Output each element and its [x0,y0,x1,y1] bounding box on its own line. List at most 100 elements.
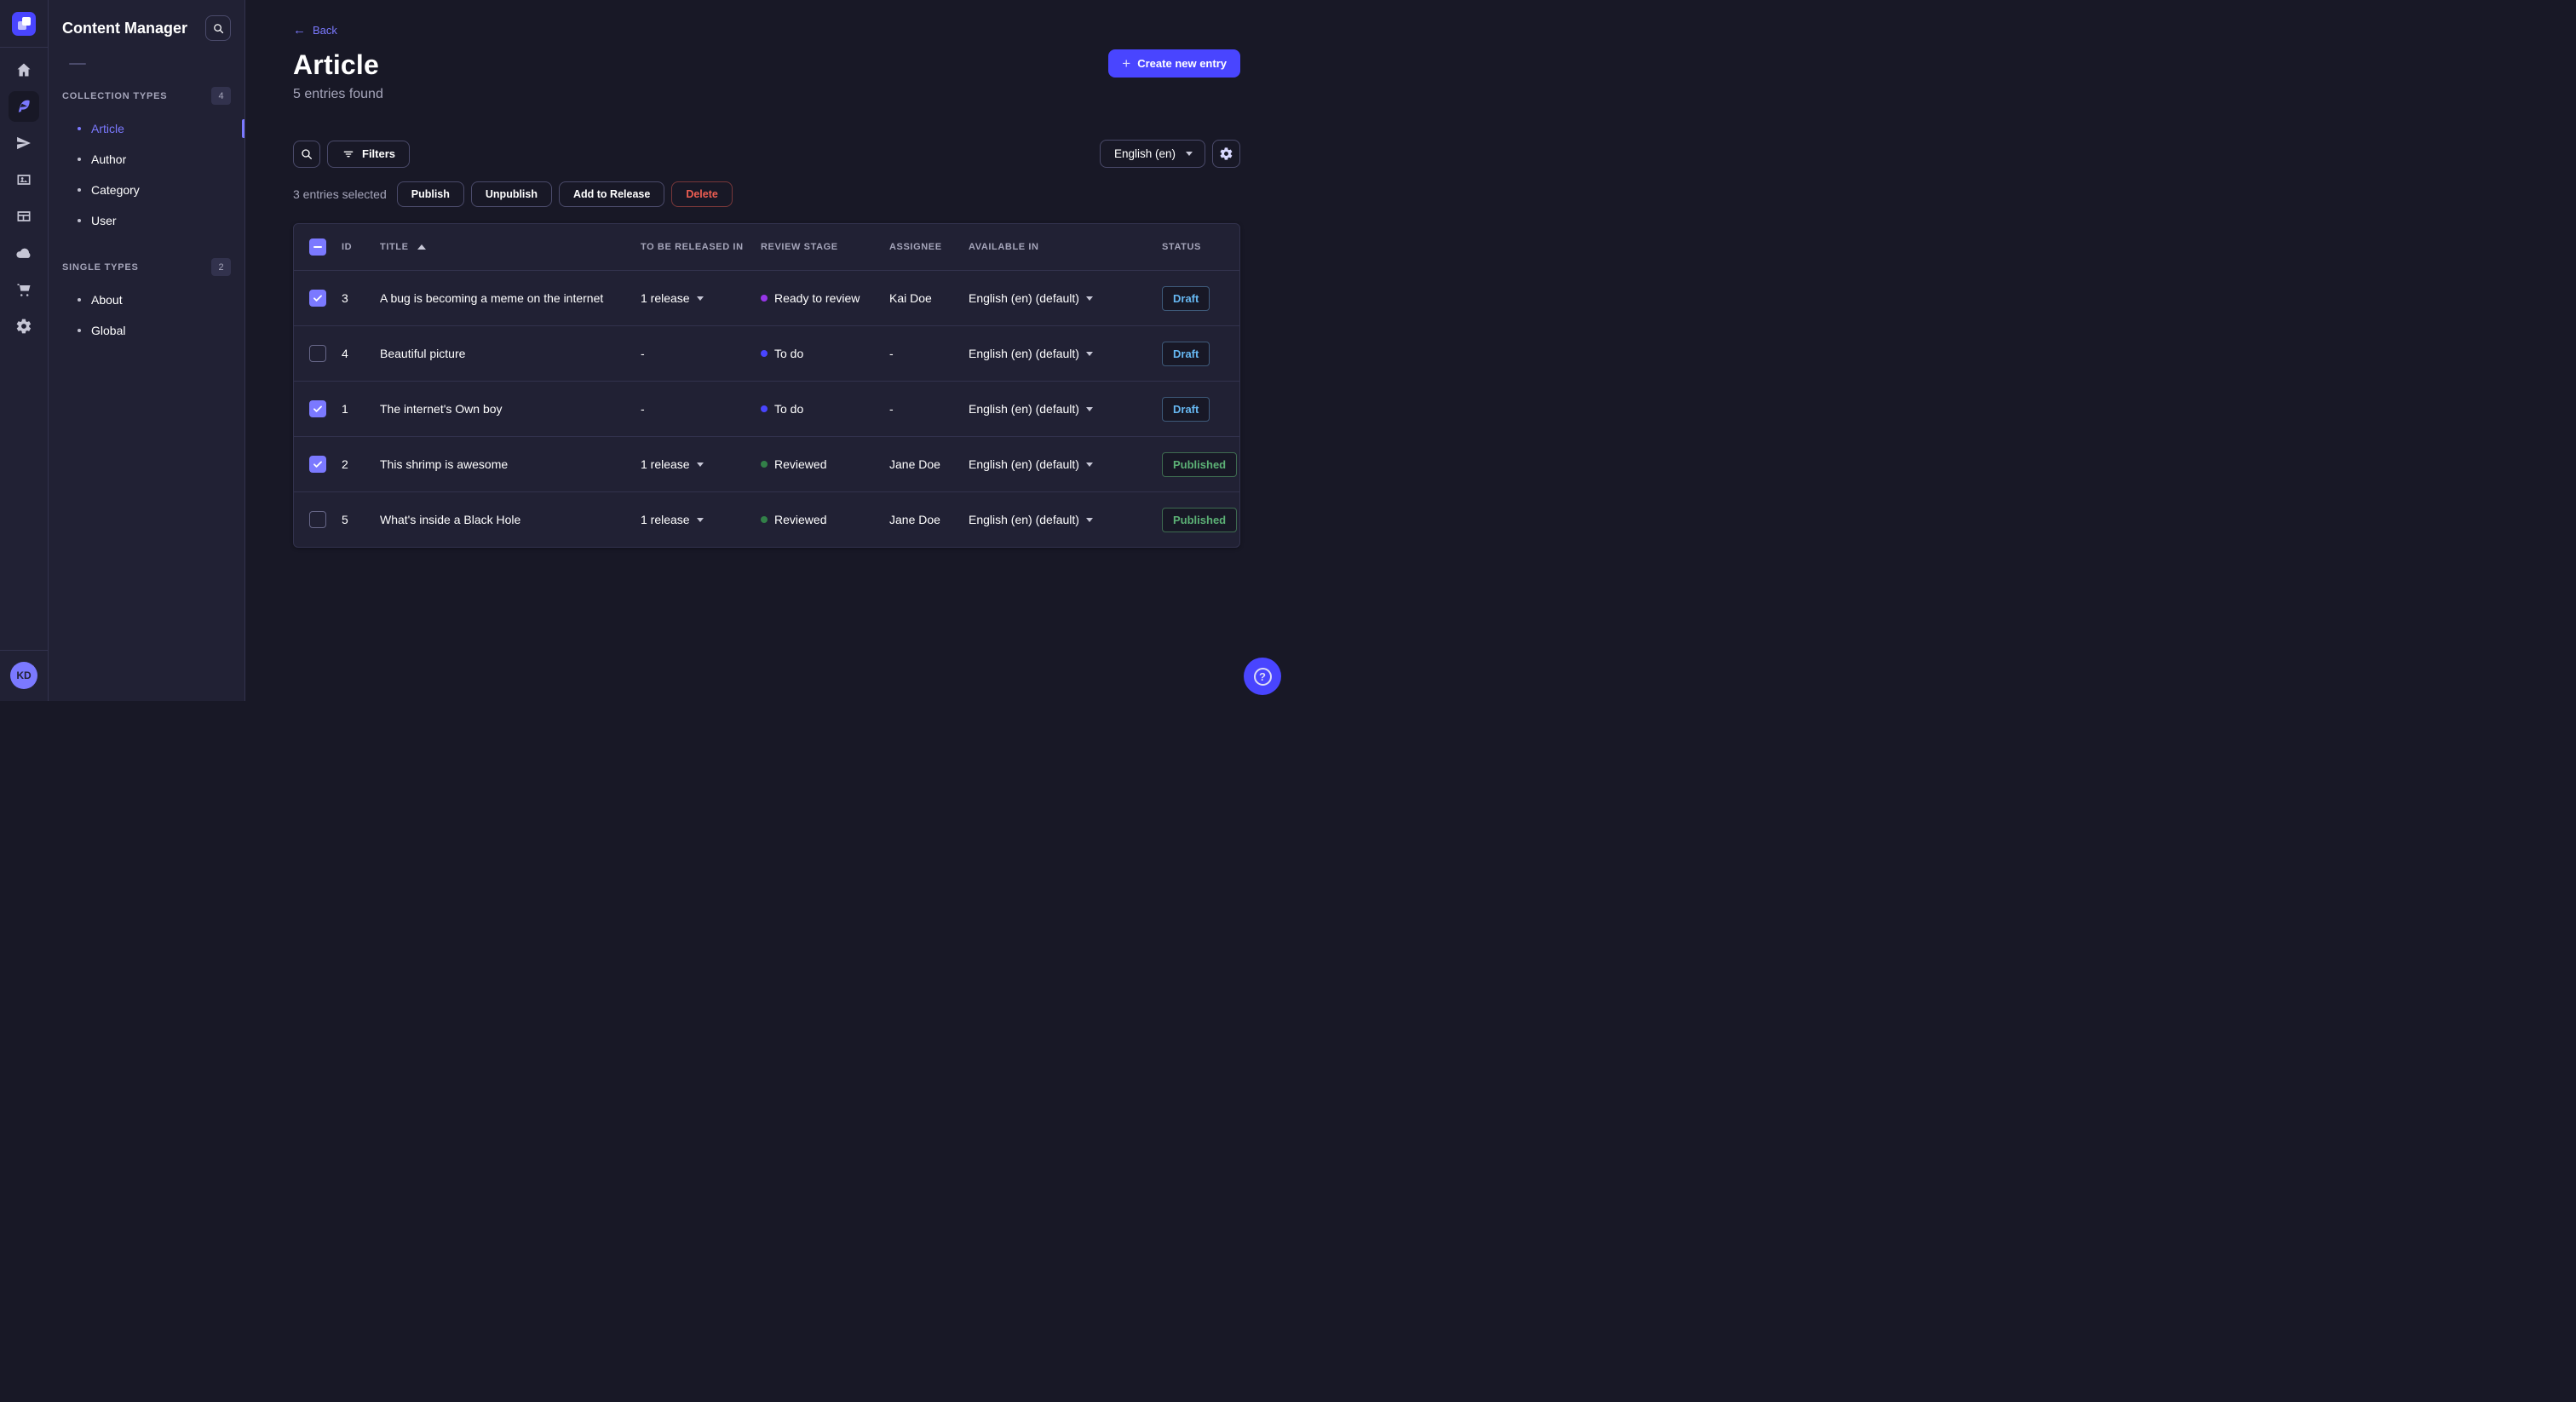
unpublish-button[interactable]: Unpublish [470,181,552,207]
cell-available-in[interactable]: English (en) (default) [969,291,1162,305]
rail-item-releases[interactable] [9,128,39,158]
cell-title: Beautiful picture [380,347,466,360]
chevron-down-icon [1186,152,1193,156]
status-badge: Draft [1162,396,1210,422]
plus-icon: + [1122,55,1131,72]
chevron-down-icon [696,517,704,522]
cell-assignee: - [889,402,894,416]
column-header-release[interactable]: TO BE RELEASED IN [641,242,761,252]
sidebar-section: COLLECTION TYPES 4 Article Author Category… [49,87,244,236]
bullet-icon [78,219,81,222]
add-to-release-button[interactable]: Add to Release [559,181,665,207]
deploy-icon [16,248,31,258]
rail-item-media-library[interactable] [9,164,39,195]
cell-assignee: Jane Doe [889,513,940,526]
cell-to-be-released-in: - [641,347,645,360]
stage-dot-icon [761,516,768,523]
check-icon [313,295,322,302]
row-checkbox[interactable] [309,511,326,528]
rail-item-deploy[interactable] [9,238,39,268]
column-header-id[interactable]: ID [342,242,380,252]
delete-button[interactable]: Delete [671,181,733,207]
rail-item-marketplace[interactable] [9,274,39,305]
table-row[interactable]: 2 This shrimp is awesome 1 release Revie… [294,436,1239,491]
gear-icon [1220,147,1233,160]
table-row[interactable]: 4 Beautiful picture - To do - English (e… [294,325,1239,381]
rail-item-home[interactable] [9,55,39,85]
selection-count: 3 entries selected [293,187,387,201]
select-all-checkbox[interactable] [309,238,326,256]
search-icon [302,148,312,159]
row-checkbox[interactable] [309,400,326,417]
rail-item-content-type-builder[interactable] [9,201,39,232]
sidebar-item-about[interactable]: About [49,284,244,315]
row-checkbox[interactable] [309,456,326,473]
bullet-icon [78,188,81,192]
sidebar-sections: COLLECTION TYPES 4 Article Author Category… [49,87,244,346]
rail-items [0,55,48,342]
sidebar-search-button[interactable] [205,15,231,41]
rail-item-settings[interactable] [9,311,39,342]
search-icon [213,23,223,33]
stage-dot-icon [761,461,768,468]
marketplace-icon [17,284,31,296]
home-icon [17,63,31,77]
cell-title: What's inside a Black Hole [380,513,521,526]
publish-button[interactable]: Publish [396,181,464,207]
locale-select[interactable]: English (en) [1099,140,1205,168]
chevron-down-icon [696,296,704,301]
cell-id: 4 [342,347,348,360]
sidebar-item-author[interactable]: Author [49,144,244,175]
table-header-row: ID TITLE TO BE RELEASED IN REVIEW STAGE … [294,224,1239,270]
cell-available-in[interactable]: English (en) (default) [969,513,1162,526]
table-search-button[interactable] [293,140,320,168]
sidebar-item-category[interactable]: Category [49,175,244,205]
cell-to-be-released-in[interactable]: 1 release [641,513,761,526]
table-body: 3 A bug is becoming a meme on the intern… [294,270,1239,547]
stage-dot-icon [761,295,768,302]
column-header-status[interactable]: STATUS [1162,242,1224,252]
create-new-entry-button[interactable]: + Create new entry [1108,49,1240,78]
status-badge: Draft [1162,285,1210,311]
table-row[interactable]: 3 A bug is becoming a meme on the intern… [294,270,1239,325]
back-link[interactable]: ← Back [293,24,337,37]
cell-title: This shrimp is awesome [380,457,509,471]
help-button[interactable]: ? [1244,658,1281,695]
cell-to-be-released-in[interactable]: 1 release [641,291,761,305]
strapi-logo-cell[interactable] [0,0,48,48]
sidebar-item-global[interactable]: Global [49,315,244,346]
sort-ascending-icon [417,244,426,250]
sidebar-item-user[interactable]: User [49,205,244,236]
column-header-review-stage[interactable]: REVIEW STAGE [761,242,889,252]
section-count-badge: 2 [211,258,231,276]
cell-available-in[interactable]: English (en) (default) [969,457,1162,471]
rail-item-content-manager[interactable] [9,91,39,122]
cell-to-be-released-in[interactable]: 1 release [641,457,761,471]
strapi-logo-icon [12,11,36,36]
column-header-available-in[interactable]: AVAILABLE IN [969,242,1162,252]
check-icon [313,405,322,412]
row-checkbox[interactable] [309,345,326,362]
cell-available-in[interactable]: English (en) (default) [969,347,1162,360]
sidebar-section: SINGLE TYPES 2 About Global [49,258,244,346]
view-settings-button[interactable] [1212,140,1240,168]
cell-review-stage: Reviewed [761,457,889,471]
main-content: ← Back Article 5 entries found + Create … [245,0,1288,548]
filters-button[interactable]: Filters [327,140,411,168]
question-mark-icon: ? [1253,667,1272,686]
user-avatar[interactable]: KD [10,662,37,689]
bullet-icon [78,127,81,130]
column-header-assignee[interactable]: ASSIGNEE [889,242,969,252]
cell-id: 3 [342,291,348,305]
entries-table: ID TITLE TO BE RELEASED IN REVIEW STAGE … [293,223,1240,548]
page-title: Article [293,49,379,80]
row-checkbox[interactable] [309,290,326,307]
sidebar-item-article[interactable]: Article [49,113,244,144]
section-label: SINGLE TYPES [62,261,139,273]
chevron-down-icon [1085,296,1093,301]
table-row[interactable]: 5 What's inside a Black Hole 1 release R… [294,491,1239,547]
selection-actions: 3 entries selected Publish Unpublish Add t… [293,181,1240,207]
column-header-title[interactable]: TITLE [380,242,641,252]
table-row[interactable]: 1 The internet's Own boy - To do - Engli… [294,381,1239,436]
cell-available-in[interactable]: English (en) (default) [969,402,1162,416]
